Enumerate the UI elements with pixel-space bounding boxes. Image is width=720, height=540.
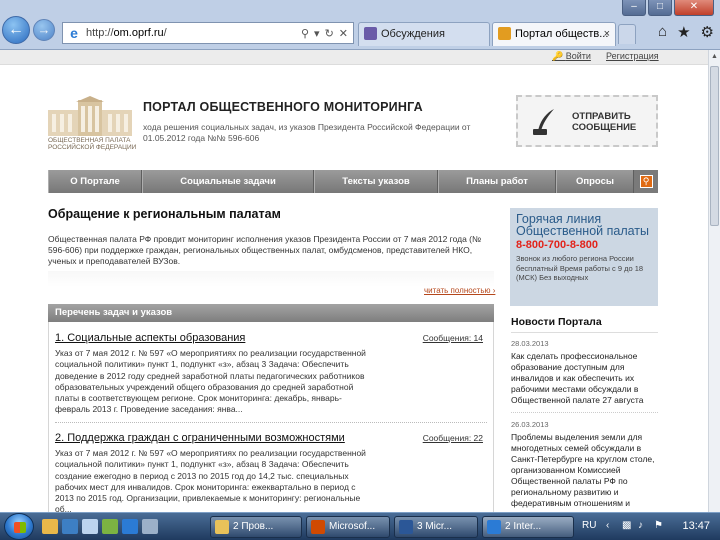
tools-gear-icon[interactable]: ⚙ bbox=[701, 23, 714, 41]
appeal-text: Общественная палата РФ провдит мониторин… bbox=[48, 234, 482, 266]
menu-item-social-tasks[interactable]: Социальные задачи bbox=[142, 170, 314, 193]
logo-caption: ОБЩЕСТВЕННАЯ ПАЛАТА РОССИЙСКОЙ ФЕДЕРАЦИИ bbox=[48, 137, 137, 151]
browser-toolbar-icons: ⌂ ★ ⚙ bbox=[658, 23, 714, 41]
system-tray: RU ‹ ▩ ♪ ⚑ 13:47 bbox=[580, 513, 720, 540]
address-bar-icons: ⚲ ▾ ↻ ✕ bbox=[301, 27, 353, 40]
divider bbox=[55, 422, 487, 423]
ie-quicklaunch-icon[interactable] bbox=[122, 519, 138, 534]
dropdown-icon[interactable]: ▾ bbox=[314, 27, 320, 40]
media-icon[interactable] bbox=[62, 519, 78, 534]
divider bbox=[511, 412, 658, 413]
favorites-star-icon[interactable]: ★ bbox=[677, 23, 690, 41]
favicon-icon bbox=[364, 27, 377, 40]
tab-portal[interactable]: Портал обществ... × bbox=[492, 22, 616, 46]
send-message-label: ОТПРАВИТЬ СООБЩЕНИЕ bbox=[572, 111, 637, 133]
ie-logo-icon: e bbox=[70, 25, 78, 41]
window-controls: – □ ✕ bbox=[622, 0, 714, 16]
language-indicator[interactable]: RU bbox=[582, 520, 596, 531]
menu-item-about[interactable]: О Портале bbox=[48, 170, 142, 193]
hotline-phone[interactable]: 8-800-700-8-800 bbox=[516, 239, 652, 251]
start-button[interactable] bbox=[4, 513, 34, 540]
tab-label: Обсуждения bbox=[381, 28, 445, 40]
task-messages-link[interactable]: Сообщения: 14 bbox=[423, 333, 483, 343]
main-menu: О Портале Социальные задачи Тексты указо… bbox=[48, 170, 658, 193]
clock[interactable]: 13:47 bbox=[682, 520, 710, 532]
app-icon[interactable] bbox=[102, 519, 118, 534]
send-message-button[interactable]: ОТПРАВИТЬ СООБЩЕНИЕ bbox=[516, 95, 658, 147]
windows-logo-icon bbox=[14, 522, 26, 533]
office-icon bbox=[311, 520, 325, 534]
task-item: 1. Социальные аспекты образования Сообще… bbox=[55, 332, 487, 416]
tray-expand-icon[interactable]: ‹ bbox=[606, 520, 609, 531]
favicon-icon bbox=[498, 27, 511, 40]
minimize-button[interactable]: – bbox=[622, 0, 646, 16]
tab-label: Портал обществ... bbox=[515, 28, 609, 40]
volume-icon[interactable]: ♪ bbox=[638, 520, 643, 531]
network-icon[interactable]: ▩ bbox=[622, 520, 631, 531]
address-bar[interactable]: e http://om.oprf.ru/ ⚲ ▾ ↻ ✕ bbox=[62, 22, 354, 44]
address-url[interactable]: http://om.oprf.ru/ bbox=[86, 27, 167, 39]
news-text[interactable]: Проблемы выделения земли для многодетных… bbox=[511, 432, 658, 509]
explorer-icon[interactable] bbox=[42, 519, 58, 534]
task-messages-link[interactable]: Сообщения: 22 bbox=[423, 433, 483, 443]
folder-icon bbox=[215, 520, 229, 534]
ie-icon bbox=[487, 520, 501, 534]
read-all-link[interactable]: читать полностью › bbox=[424, 286, 495, 295]
refresh-icon[interactable]: ↻ bbox=[325, 27, 334, 40]
taskbar-button-office[interactable]: Microsof... bbox=[306, 516, 390, 538]
divider bbox=[511, 332, 658, 333]
news-item[interactable]: 26.03.2013 Проблемы выделения земли для … bbox=[511, 420, 658, 509]
stop-icon[interactable]: ✕ bbox=[339, 27, 348, 40]
windows-taskbar: 2 Пров... Microsof... 3 Micr... 2 Inter.… bbox=[0, 512, 720, 540]
news-date: 28.03.2013 bbox=[511, 339, 549, 348]
search-icon: ⚲ bbox=[639, 175, 653, 188]
news-item[interactable]: 28.03.2013 Как сделать профессиональное … bbox=[511, 339, 658, 406]
quill-pen-icon bbox=[533, 109, 554, 135]
new-tab-button[interactable] bbox=[618, 24, 636, 44]
word-icon bbox=[399, 520, 413, 534]
web-page: 🔑 Войти Регистрация ОБЩЕСТВЕННАЯ ПАЛАТА … bbox=[0, 50, 708, 512]
news-date: 26.03.2013 bbox=[511, 420, 549, 429]
taskbar-button-folders[interactable]: 2 Пров... bbox=[210, 516, 302, 538]
home-icon[interactable]: ⌂ bbox=[658, 23, 667, 41]
forward-arrow-icon[interactable]: → bbox=[33, 19, 55, 41]
hotline-box: Горячая линия Общественной палаты 8-800-… bbox=[510, 208, 658, 306]
appeal-title: Обращение к региональным палатам bbox=[48, 207, 281, 221]
quicklaunch-icon[interactable] bbox=[142, 519, 158, 534]
taskbar-button-word[interactable]: 3 Micr... bbox=[394, 516, 478, 538]
menu-item-decree-texts[interactable]: Тексты указов bbox=[314, 170, 438, 193]
login-link[interactable]: 🔑 Войти bbox=[552, 51, 591, 62]
menu-item-work-plans[interactable]: Планы работ bbox=[438, 170, 556, 193]
top-bar: 🔑 Войти Регистрация bbox=[0, 50, 708, 65]
task-description: Указ от 7 мая 2012 г. № 597 «О мероприят… bbox=[55, 348, 366, 415]
browser-chrome: – □ ✕ ← → e http://om.oprf.ru/ ⚲ ▾ ↻ ✕ О… bbox=[0, 0, 720, 50]
task-item: 2. Поддержка граждан с ограниченными воз… bbox=[55, 432, 487, 512]
flag-icon[interactable]: ⚑ bbox=[654, 520, 663, 531]
register-link[interactable]: Регистрация bbox=[606, 51, 659, 61]
menu-item-polls[interactable]: Опросы bbox=[556, 170, 634, 193]
menu-search-button[interactable]: ⚲ bbox=[634, 170, 658, 193]
taskbar-button-ie[interactable]: 2 Inter... bbox=[482, 516, 574, 538]
close-tab-icon[interactable]: × bbox=[604, 23, 610, 45]
vertical-scrollbar[interactable]: ▲ bbox=[708, 50, 720, 512]
hotline-details: Звонок из любого региона России бесплатн… bbox=[516, 254, 644, 282]
show-desktop-icon[interactable] bbox=[82, 519, 98, 534]
maximize-button[interactable]: □ bbox=[648, 0, 672, 16]
news-text[interactable]: Как сделать профессиональное образование… bbox=[511, 351, 658, 406]
appeal-fade bbox=[48, 271, 494, 287]
tasks-list: 1. Социальные аспекты образования Сообще… bbox=[48, 322, 494, 512]
news-title: Новости Портала bbox=[511, 316, 602, 328]
close-window-button[interactable]: ✕ bbox=[674, 0, 714, 16]
task-description: Указ от 7 мая 2012 г. № 597 «О мероприят… bbox=[55, 448, 366, 512]
site-title[interactable]: ПОРТАЛ ОБЩЕСТВЕННОГО МОНИТОРИНГА bbox=[143, 100, 423, 114]
hotline-title: Горячая линия Общественной палаты bbox=[516, 212, 650, 238]
tab-discussions[interactable]: Обсуждения bbox=[358, 22, 490, 46]
tasks-header: Перечень задач и указов bbox=[48, 304, 494, 322]
scroll-up-icon[interactable]: ▲ bbox=[709, 50, 720, 63]
site-subtitle: хода решения социальных задач, из указов… bbox=[143, 122, 471, 143]
scrollbar-thumb[interactable] bbox=[710, 66, 719, 226]
back-arrow-icon[interactable]: ← bbox=[2, 16, 30, 44]
navigation-buttons: ← → bbox=[2, 16, 55, 44]
search-icon[interactable]: ⚲ bbox=[301, 27, 309, 40]
